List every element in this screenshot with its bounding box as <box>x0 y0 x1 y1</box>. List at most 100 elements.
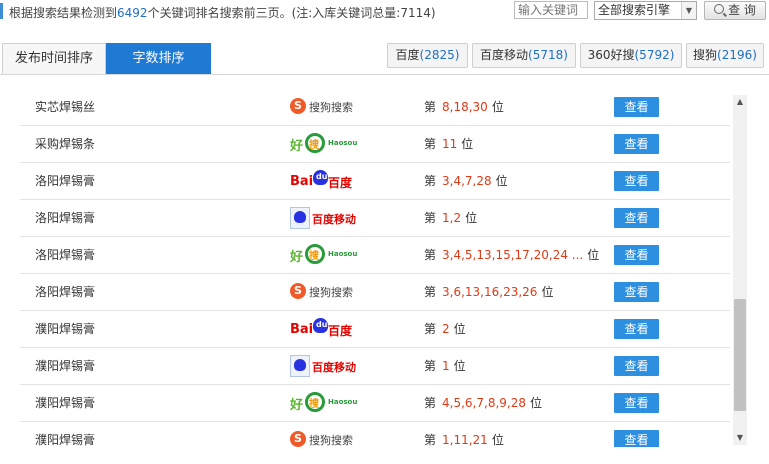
view-button[interactable]: 查看 <box>614 356 659 376</box>
rank-suffix: 位 <box>491 433 504 447</box>
rank-suffix: 位 <box>453 359 466 373</box>
rank-suffix: 位 <box>541 285 554 299</box>
rank-cell: 第 1,11,21 位 <box>424 431 504 447</box>
rank-cell: 第1位 <box>424 357 466 374</box>
baidu-mobile-logo-icon: 百度移动 <box>290 354 370 378</box>
baidu-logo-text: 百度 <box>328 324 353 338</box>
keyword-cell: 洛阳焊锡膏 <box>35 174 96 188</box>
baidu-paw-icon <box>294 359 306 371</box>
rank-cell: 第 11 位 <box>424 135 473 152</box>
summary-prefix: 根据搜索结果检测到 <box>9 6 118 20</box>
baidu-logo-text: 百度 <box>328 176 353 190</box>
engine-select[interactable]: 全部搜索引擎 ▼ <box>594 1 697 20</box>
view-button[interactable]: 查看 <box>614 171 659 191</box>
summary-text: 根据搜索结果检测到6492个关键词排名搜索前三页。(注:入库关键词总量:7114… <box>9 4 436 21</box>
engine-tab-sogou[interactable]: 搜狗(2196) <box>686 43 764 68</box>
baidu-paw-icon: du <box>313 170 328 185</box>
baidu-logo-icon: Bai du 百度 <box>290 317 370 341</box>
baidu-mark: Bai <box>290 174 314 189</box>
keyword-cell: 采购焊锡条 <box>35 137 96 151</box>
rank-suffix: 位 <box>491 100 504 114</box>
sogou-logo-icon: S 搜狗搜索 <box>290 95 370 119</box>
sogou-mark: S <box>290 283 306 299</box>
list-scrollbar[interactable]: ▲ ▼ <box>733 95 747 445</box>
rank-prefix: 第 <box>424 396 437 410</box>
table-row: 濮阳焊锡膏 Bai du 百度 第 2 位 查看 <box>20 311 730 348</box>
view-button[interactable]: 查看 <box>614 319 659 339</box>
sogou-logo-icon: S 搜狗搜索 <box>290 428 370 447</box>
tab-publish-time[interactable]: 发布时间排序 <box>2 43 106 74</box>
view-button[interactable]: 查看 <box>614 430 659 447</box>
engine-tab-count: (2196) <box>717 48 757 62</box>
view-button[interactable]: 查看 <box>614 97 659 117</box>
haosou-logo-icon: 好 搜 Haosou <box>290 243 370 267</box>
scrollbar-thumb[interactable] <box>734 299 746 411</box>
view-button[interactable]: 查看 <box>614 134 659 154</box>
sogou-logo-text: 搜狗搜索 <box>309 101 353 114</box>
baidu-paw-text: du <box>316 320 328 329</box>
rank-positions: 3,4,7,28 <box>442 174 492 188</box>
rank-cell: 第 8,18,30 位 <box>424 98 504 115</box>
baidu-mobile-box <box>290 207 310 229</box>
query-button[interactable]: 查 询 <box>704 1 766 20</box>
table-row: 濮阳焊锡膏 S 搜狗搜索 第 1,11,21 位 查看 <box>20 422 730 447</box>
haosou-ring-text: 搜 <box>309 140 319 151</box>
haosou-ring-text: 搜 <box>309 251 319 262</box>
haosou-logo-text: Haosou <box>328 139 358 147</box>
haosou-ring: 搜 <box>305 133 325 153</box>
rank-cell: 第 4,5,6,7,8,9,28 位 <box>424 394 542 411</box>
keyword-cell: 濮阳焊锡膏 <box>35 396 96 410</box>
rank-prefix: 第 <box>424 174 437 188</box>
search-icon <box>714 4 725 14</box>
haosou-logo-icon: 好 搜 Haosou <box>290 391 370 415</box>
scroll-down-icon[interactable]: ▼ <box>733 431 747 445</box>
rank-positions: 11 <box>442 137 458 151</box>
engine-tab-name: 百度移动 <box>480 48 529 62</box>
rank-positions: 2 <box>442 322 450 336</box>
rank-cell: 第 3,6,13,16,23,26 位 <box>424 283 553 300</box>
rank-prefix: 第 <box>424 285 437 299</box>
haosou-logo-icon: 好 搜 Haosou <box>290 132 370 156</box>
rank-cell: 第 3,4,7,28 位 <box>424 172 508 189</box>
tabs-divider <box>0 74 769 75</box>
chevron-down-icon[interactable]: ▼ <box>681 2 696 19</box>
rank-cell: 第2位 <box>424 320 466 337</box>
view-button[interactable]: 查看 <box>614 393 659 413</box>
rank-positions: 4,5,6,7,8,9,28 <box>442 396 526 410</box>
keyword-cell: 濮阳焊锡膏 <box>35 433 96 447</box>
view-button[interactable]: 查看 <box>614 282 659 302</box>
haosou-mark: 好 <box>290 250 304 265</box>
summary-suffix: 个关键词排名搜索前三页。(注:入库关键词总量:7114) <box>147 6 436 20</box>
tab-word-count[interactable]: 字数排序 <box>106 43 211 74</box>
sogou-mark: S <box>290 98 306 114</box>
sogou-logo-text: 搜狗搜索 <box>309 434 353 447</box>
table-row: 洛阳焊锡膏 Bai du 百度 第 3,4,7,28 位 查看 <box>20 163 730 200</box>
engine-tab-name: 搜狗 <box>693 48 718 62</box>
view-button[interactable]: 查看 <box>614 208 659 228</box>
haosou-ring: 搜 <box>305 244 325 264</box>
baidu-paw-icon <box>294 211 306 223</box>
sogou-logo-text: 搜狗搜索 <box>309 286 353 299</box>
engine-tab-name: 百度 <box>395 48 420 62</box>
engine-tab-360haosou[interactable]: 360好搜(5792) <box>580 43 682 68</box>
scroll-up-icon[interactable]: ▲ <box>733 95 747 109</box>
haosou-ring: 搜 <box>305 392 325 412</box>
rank-suffix: 位 <box>587 248 600 262</box>
rank-positions: 8,18,30 <box>442 100 488 114</box>
sogou-mark: S <box>290 431 306 447</box>
keyword-cell: 濮阳焊锡膏 <box>35 359 96 373</box>
view-button[interactable]: 查看 <box>614 245 659 265</box>
haosou-logo-text: Haosou <box>328 250 358 258</box>
engine-tab-baidu-mobile[interactable]: 百度移动(5718) <box>472 43 576 68</box>
table-row: 洛阳焊锡膏 百度移动 第 1,2 位 查看 <box>20 200 730 237</box>
baidu-logo-icon: Bai du 百度 <box>290 169 370 193</box>
rank-positions: 1,2 <box>442 211 462 225</box>
baidu-mobile-box <box>290 355 310 377</box>
sogou-logo-icon: S 搜狗搜索 <box>290 280 370 304</box>
keyword-search-input[interactable] <box>514 1 588 19</box>
engine-tab-baidu[interactable]: 百度(2825) <box>387 43 468 68</box>
haosou-mark: 好 <box>290 139 304 154</box>
rank-suffix: 位 <box>495 174 508 188</box>
accent-bar <box>0 3 3 19</box>
baidu-mobile-logo-icon: 百度移动 <box>290 206 370 230</box>
